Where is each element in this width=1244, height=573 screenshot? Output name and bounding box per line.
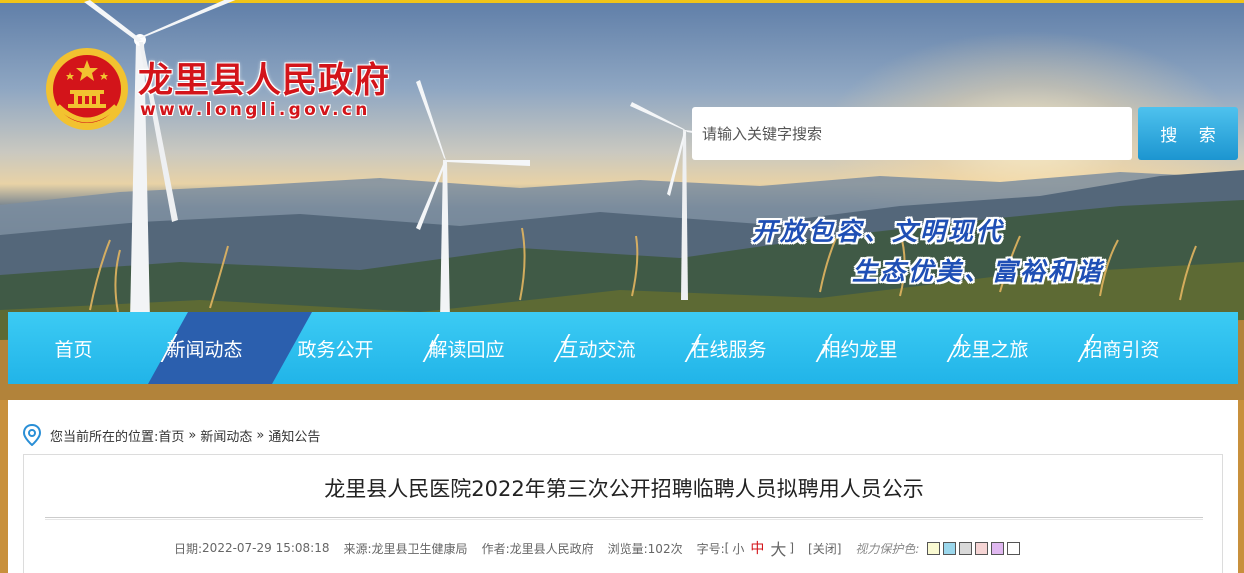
meta-views-label: 浏览量: xyxy=(607,541,648,556)
font-size-small-button[interactable]: 小 xyxy=(732,540,744,557)
nav-item-investment[interactable]: 招商引资 xyxy=(1056,312,1187,384)
bracket-close: ] xyxy=(789,541,795,555)
search-input[interactable] xyxy=(692,107,1132,160)
slogan-line-2: 生态优美、富裕和谐 xyxy=(852,257,1105,286)
meta-date-value: 2022-07-29 15:08:18 xyxy=(202,541,330,555)
eye-color-swatch[interactable] xyxy=(1007,541,1021,555)
meta-date-label: 日期: xyxy=(174,541,203,556)
font-size-large-button[interactable]: 大 xyxy=(770,536,786,560)
search-button[interactable]: 搜 索 xyxy=(1138,107,1238,160)
eye-protection-colors xyxy=(927,541,1023,555)
site-title[interactable]: 龙里县人民政府 xyxy=(138,52,390,103)
meta-date: 日期: 2022-07-29 15:08:18 xyxy=(174,540,330,557)
breadcrumb: 您当前所在的位置: 首页 » 新闻动态 » 通知公告 xyxy=(22,424,320,446)
nav-item-online-service[interactable]: 在线服务 xyxy=(663,312,794,384)
eye-color-swatch[interactable] xyxy=(943,541,957,555)
meta-views-value: 102次 xyxy=(647,541,683,556)
font-size-label: 字号: xyxy=(696,541,725,556)
font-size-controls: 字号: [ 小 中 大 ] xyxy=(697,536,794,560)
nav-item-interpretation[interactable]: 解读回应 xyxy=(401,312,532,384)
breadcrumb-prefix: 您当前所在的位置: xyxy=(50,429,159,445)
close-button[interactable]: [关闭] xyxy=(808,540,841,557)
breadcrumb-home[interactable]: 首页 xyxy=(158,426,184,445)
nav-item-longli-travel[interactable]: 龙里之旅 xyxy=(925,312,1056,384)
meta-source-label: 来源: xyxy=(343,541,372,556)
breadcrumb-separator: » xyxy=(188,427,197,443)
bracket-open: [ xyxy=(724,541,730,555)
meta-source: 来源: 龙里县卫生健康局 xyxy=(344,540,468,557)
eye-color-swatch[interactable] xyxy=(927,541,941,555)
article-meta: 日期: 2022-07-29 15:08:18 来源: 龙里县卫生健康局 作者:… xyxy=(174,536,1023,560)
font-size-medium-button[interactable]: 中 xyxy=(750,538,764,558)
content-area: 您当前所在的位置: 首页 » 新闻动态 » 通知公告 龙里县人民医院2022年第… xyxy=(8,400,1238,573)
meta-author-label: 作者: xyxy=(481,541,510,556)
wind-turbine-medium xyxy=(416,80,530,320)
site-url: www.longli.gov.cn xyxy=(140,100,371,120)
breadcrumb-separator: » xyxy=(256,427,265,443)
nav-item-gov-affairs[interactable]: 政务公开 xyxy=(270,312,401,384)
national-emblem-icon xyxy=(46,48,128,130)
breadcrumb-notices[interactable]: 通知公告 xyxy=(268,426,320,445)
breadcrumb-news[interactable]: 新闻动态 xyxy=(200,426,252,445)
meta-source-value: 龙里县卫生健康局 xyxy=(371,541,468,556)
eye-color-swatch[interactable] xyxy=(959,541,973,555)
meta-views: 浏览量: 102次 xyxy=(608,540,683,557)
nav-item-interaction[interactable]: 互动交流 xyxy=(532,312,663,384)
main-nav: 首页 新闻动态 政务公开 解读回应 互动交流 在线服务 相约龙里 龙里之旅 招商… xyxy=(8,312,1238,384)
meta-author: 作者: 龙里县人民政府 xyxy=(482,540,594,557)
eye-color-swatch[interactable] xyxy=(991,541,1005,555)
nav-item-meet-longli[interactable]: 相约龙里 xyxy=(794,312,925,384)
nav-item-home[interactable]: 首页 xyxy=(8,312,139,384)
slogan-line-1: 开放包容、文明现代 xyxy=(752,217,1005,246)
title-divider xyxy=(45,517,1203,520)
eye-color-swatch[interactable] xyxy=(975,541,989,555)
meta-author-value: 龙里县人民政府 xyxy=(509,541,594,556)
eye-protection-label: 视力保护色: xyxy=(855,541,920,556)
nav-item-news[interactable]: 新闻动态 xyxy=(139,312,270,384)
location-pin-icon xyxy=(22,424,42,446)
article-title: 龙里县人民医院2022年第三次公开招聘临聘人员拟聘用人员公示 xyxy=(324,477,924,501)
article-panel: 龙里县人民医院2022年第三次公开招聘临聘人员拟聘用人员公示 日期: 2022-… xyxy=(23,454,1223,573)
